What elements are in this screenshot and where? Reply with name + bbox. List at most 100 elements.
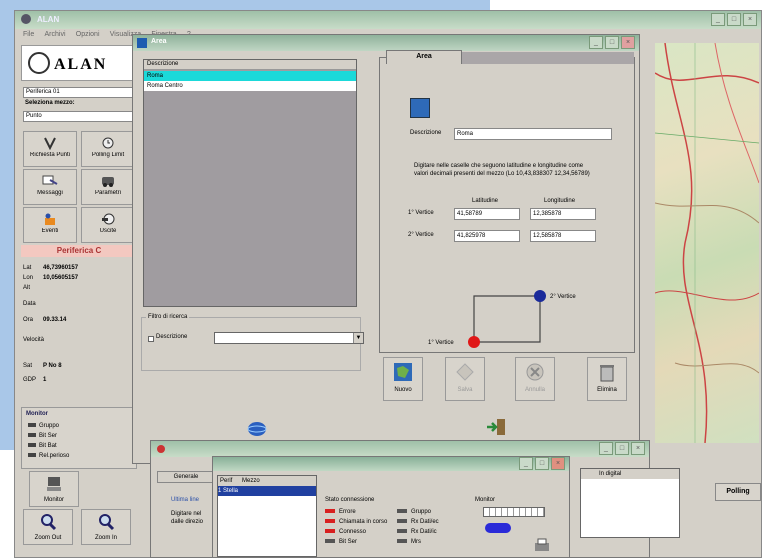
legend-item: Gruppo [397, 509, 431, 515]
filter-title: Filtro di ricerca [146, 314, 190, 320]
clock-icon [102, 137, 114, 149]
alt-row: Alt [23, 285, 31, 291]
instructions-text: Digitare nelle caselle che seguono latit… [414, 163, 590, 177]
table-row[interactable]: 1 Stella [218, 486, 316, 496]
legend-item: Chiamata in corso [325, 519, 387, 525]
vertex1-lon-input[interactable]: 12,385878 [530, 208, 596, 220]
globe-icon[interactable] [245, 419, 269, 439]
device-field[interactable]: Periferica 01 [23, 87, 135, 98]
close-button[interactable]: × [743, 13, 757, 26]
polling-button[interactable]: Polling [715, 483, 761, 501]
app-title: ALAN [37, 15, 60, 24]
menu-archivi[interactable]: Archivi [45, 29, 66, 41]
vehicle-field[interactable]: Punto [23, 111, 135, 122]
main-titlebar[interactable]: ALAN _ □ × [15, 11, 761, 29]
dialog-minimize-button[interactable]: _ [589, 36, 603, 49]
status-pill [485, 523, 511, 533]
polling-limit-button[interactable]: Polling Limit [81, 131, 135, 167]
cancel-button[interactable]: Annulla [515, 357, 555, 401]
map-roads [655, 43, 759, 443]
vertex1-lat-input[interactable]: 41,58789 [454, 208, 520, 220]
lat-row: Lat 46,73960157 [23, 265, 79, 271]
event-icon [45, 213, 55, 225]
instruction-line-2: dalle direzio [171, 519, 204, 525]
vertex2-lon-input[interactable]: 12,585878 [530, 230, 596, 242]
last-line-text: Ultima line [171, 497, 200, 503]
tab-general[interactable]: Generale [157, 471, 215, 483]
app-icon [21, 14, 31, 24]
chevron-down-icon[interactable]: ▼ [353, 333, 363, 343]
status-icon [157, 445, 165, 453]
list-header[interactable]: Descrizione [144, 60, 356, 70]
connection-status-title: Stato connessione [325, 497, 375, 503]
zoom-in-icon [99, 514, 115, 531]
instruction-line: Digitare nel [171, 511, 202, 517]
monitor-title: Monitor [26, 411, 48, 417]
vertex2-label: 2° Vertice [408, 232, 434, 238]
request-points-icon [44, 137, 56, 150]
conn-close-button[interactable]: × [551, 457, 565, 470]
description-label: Descrizione [410, 130, 442, 136]
request-points-button[interactable]: Richiesta Punti [23, 131, 77, 167]
conn-minimize-button[interactable]: _ [519, 457, 533, 470]
parameters-button[interactable]: Parametri [81, 169, 135, 205]
side-list[interactable]: In digital [580, 468, 680, 538]
monitor-icon [47, 477, 61, 491]
details-titlebar[interactable]: _ □ × [151, 441, 649, 457]
zoom-out-button[interactable]: Zoom Out [23, 509, 73, 545]
vertex2-dot [534, 290, 546, 302]
gdp-row: GDP 1 [23, 377, 47, 383]
description-input[interactable]: Roma [454, 128, 612, 140]
conn-maximize-button[interactable]: □ [535, 457, 549, 470]
legend-item: Rx Dati/ec [397, 519, 439, 525]
menu-opzioni[interactable]: Opzioni [76, 29, 100, 41]
vehicle-list[interactable]: Perif Mezzo 1 Stella [217, 475, 317, 557]
monitor-panel: Monitor Gruppo Bit Ser Bit Bat Rel.perio… [21, 407, 137, 469]
left-panel: ALAN Periferica 01 Seleziona mezzo: Punt… [19, 43, 139, 557]
events-button[interactable]: Eventi [23, 207, 77, 243]
vehicle-list-header: Perif Mezzo [218, 476, 316, 486]
monitor-item: Bit Bat [28, 443, 57, 449]
select-vehicle-label: Seleziona mezzo: [25, 100, 75, 106]
vertex2-lat-input[interactable]: 41,825978 [454, 230, 520, 242]
list-item[interactable]: Roma [144, 71, 356, 81]
lon-row: Lon 10,05605157 [23, 275, 79, 281]
map-new-icon [394, 363, 412, 381]
description-select[interactable]: ▼ [214, 332, 364, 344]
dialog-maximize-button[interactable]: □ [605, 36, 619, 49]
zoom-in-button[interactable]: Zoom In [81, 509, 131, 545]
exit-icon[interactable] [485, 417, 509, 437]
details-minimize-button[interactable]: _ [599, 442, 613, 455]
area-list[interactable]: Descrizione Roma Roma Centro [143, 59, 357, 307]
maximize-button[interactable]: □ [727, 13, 741, 26]
menu-file[interactable]: File [23, 29, 34, 41]
printer-icon[interactable] [533, 537, 551, 555]
details-maximize-button[interactable]: □ [615, 442, 629, 455]
checkbox-label: Descrizione [156, 334, 188, 340]
tab-area[interactable]: Area [386, 50, 462, 64]
delete-button[interactable]: Elimina [587, 357, 627, 401]
monitor-label: Monitor [475, 497, 496, 503]
area-dialog-titlebar[interactable]: Area _ □ × [133, 35, 639, 51]
connection-titlebar[interactable]: _ □ × [213, 457, 569, 471]
outputs-button[interactable]: Uscite [81, 207, 135, 243]
new-button[interactable]: Nuovo [383, 357, 423, 401]
dialog-title: Area [151, 38, 167, 45]
save-button[interactable]: Salva [445, 357, 485, 401]
latitude-header: Latitudine [472, 198, 499, 204]
search-filter: Filtro di ricerca Descrizione ▼ [141, 314, 364, 371]
dialog-close-button[interactable]: × [621, 36, 635, 49]
map-view[interactable] [655, 43, 759, 443]
minimize-button[interactable]: _ [711, 13, 725, 26]
messages-button[interactable]: Messaggi [23, 169, 77, 205]
legend-item: Errore [325, 509, 356, 515]
car-icon [102, 177, 114, 187]
list-item[interactable]: Roma Centro [144, 81, 356, 91]
diagram-vertex2-label: 2° Vertice [550, 294, 576, 300]
description-checkbox[interactable] [148, 336, 154, 342]
side-list-header: In digital [581, 469, 679, 479]
details-close-button[interactable]: × [631, 442, 645, 455]
cancel-icon [526, 363, 544, 381]
monitor-item: Bit Ser [28, 433, 57, 439]
monitor-button[interactable]: Monitor [29, 471, 79, 507]
